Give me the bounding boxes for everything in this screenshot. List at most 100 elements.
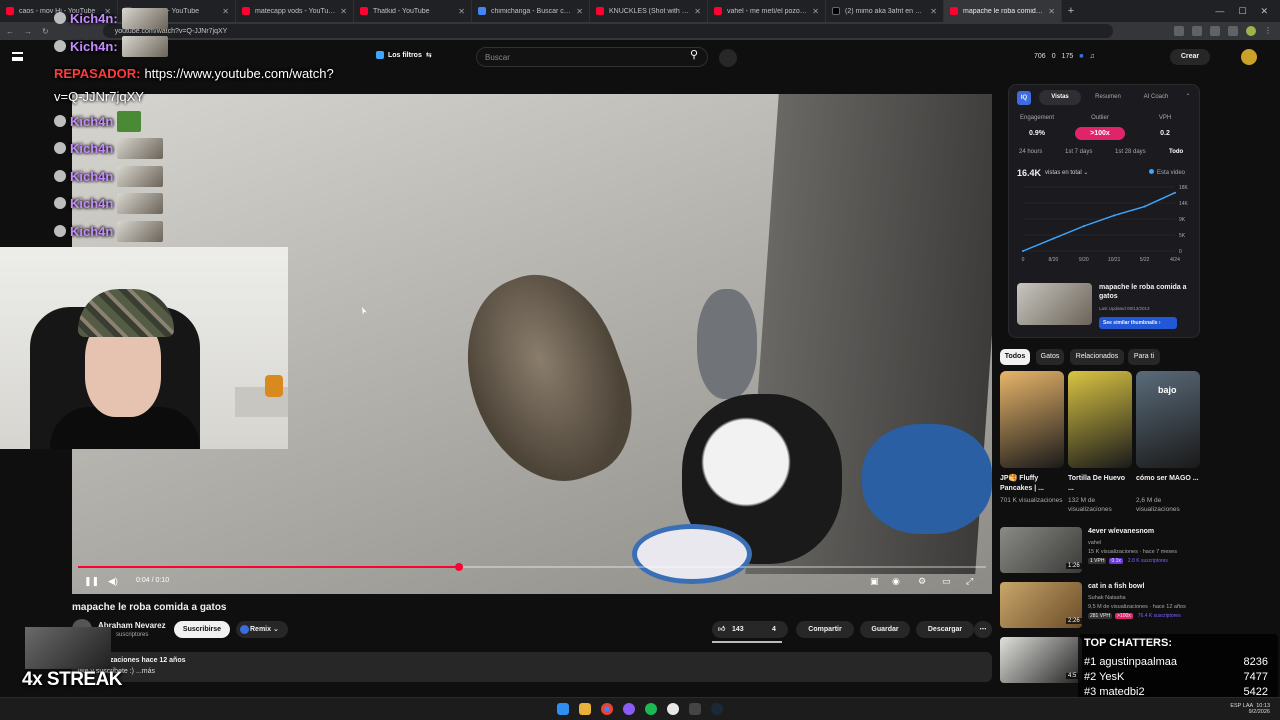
short-title[interactable]: JP🥞 Fluffy Pancakes | ... <box>1000 474 1064 494</box>
vidiq-player-icon[interactable]: ▣ <box>870 576 879 587</box>
chip-todos[interactable]: Todos <box>1000 349 1030 365</box>
subscribe-button[interactable]: Suscribirse <box>174 621 230 638</box>
tab-vistas[interactable]: Vistas <box>1039 90 1081 105</box>
spotify-icon[interactable] <box>645 703 657 715</box>
progress-bar[interactable] <box>78 563 986 571</box>
range-28d[interactable]: 1st 28 days <box>1115 149 1146 155</box>
steam-icon[interactable] <box>711 703 723 715</box>
tab-close-icon[interactable]: ✕ <box>576 7 583 16</box>
extension-icon[interactable] <box>1192 26 1202 36</box>
range-24h[interactable]: 24 hours <box>1019 149 1042 155</box>
chip-para-ti[interactable]: Para ti <box>1128 349 1160 365</box>
settings-gear-icon[interactable]: ⚙ <box>918 576 926 587</box>
epic-games-icon[interactable] <box>689 703 701 715</box>
autoplay-icon[interactable]: ◉ <box>892 576 900 587</box>
total-views-label[interactable]: vistas en total ⌄ <box>1045 169 1088 176</box>
extension-icon[interactable] <box>1228 26 1238 36</box>
tab-close-icon[interactable]: ✕ <box>1048 7 1055 16</box>
short-thumbnail[interactable] <box>1000 371 1064 468</box>
create-button[interactable]: Crear <box>1170 49 1210 65</box>
new-tab-button[interactable]: + <box>1062 5 1080 17</box>
more-menu-icon[interactable]: ⋮ <box>1264 26 1274 36</box>
browser-tab[interactable]: KNUCKLES (Shot with XPERIA) ✕ <box>590 0 708 22</box>
app-icon[interactable] <box>667 703 679 715</box>
browser-tab[interactable]: mapache le roba comida a ✕ <box>944 0 1062 22</box>
views-data-point <box>1143 205 1146 208</box>
share-button[interactable]: Compartir <box>796 621 854 638</box>
search-icon[interactable]: ⚲ <box>682 48 706 66</box>
tab-ai-coach[interactable]: AI Coach <box>1133 90 1179 105</box>
close-icon[interactable]: ✕ <box>1260 6 1268 17</box>
browser-tab[interactable]: chimichanga - Buscar con Google ✕ <box>472 0 590 22</box>
voice-search-button[interactable] <box>719 49 737 67</box>
start-icon[interactable] <box>557 703 569 715</box>
see-similar-button[interactable]: See similar thumbnails › <box>1099 317 1177 329</box>
vidiq-icon[interactable]: ■ <box>1079 53 1083 60</box>
search-input[interactable]: Buscar <box>476 47 708 67</box>
range-all[interactable]: Todo <box>1169 149 1183 155</box>
description-meta: zaciones hace 12 años <box>110 657 186 664</box>
chip-gatos[interactable]: Gatos <box>1036 349 1064 365</box>
volume-icon[interactable]: ◀) <box>108 576 118 587</box>
pause-icon[interactable]: ❚❚ <box>84 576 99 587</box>
short-title[interactable]: cómo ser MAGO ... <box>1136 474 1200 484</box>
tab-resumen[interactable]: Resumen <box>1085 90 1131 105</box>
browser-tab[interactable]: (2) mimo aka 3afrit en X: "L ✕ <box>826 0 944 22</box>
app-icon[interactable] <box>623 703 635 715</box>
notification-icon[interactable]: ♫ <box>1090 53 1095 60</box>
back-icon[interactable]: ← <box>6 27 14 36</box>
description-box[interactable] <box>72 652 992 682</box>
reload-icon[interactable]: ↻ <box>42 27 49 36</box>
vph-value: 0.2 <box>1160 130 1170 137</box>
theater-mode-icon[interactable]: ▭ <box>942 576 951 587</box>
tab-close-icon[interactable]: ✕ <box>458 7 465 16</box>
minimize-icon[interactable]: — <box>1215 6 1224 17</box>
hamburger-menu-icon[interactable] <box>12 52 23 61</box>
file-explorer-icon[interactable] <box>579 703 591 715</box>
browser-tab[interactable]: matecapp vods - YouTube ✕ <box>236 0 354 22</box>
browser-tab[interactable]: vahel - me metí/el pozo (p ✕ <box>708 0 826 22</box>
range-7d[interactable]: 1st 7 days <box>1065 149 1092 155</box>
views-chart: 18K 14K 9K 5K 0 0 8/20 9/20 10/21 5/22 4/24 <box>1022 185 1189 263</box>
tab-close-icon[interactable]: ✕ <box>930 7 937 16</box>
rec-channel[interactable]: vahel <box>1088 540 1101 546</box>
fullscreen-icon[interactable]: ⤢ <box>966 576 973 587</box>
remix-button[interactable]: Remix ⌄ <box>236 621 288 638</box>
save-button[interactable]: Guardar <box>860 621 910 638</box>
collapse-icon[interactable]: ⌃ <box>1181 90 1195 105</box>
profile-icon[interactable] <box>1246 26 1256 36</box>
account-avatar[interactable] <box>1241 49 1257 65</box>
short-thumbnail[interactable] <box>1068 371 1132 468</box>
more-actions-icon[interactable]: ⋯ <box>974 621 992 638</box>
rec-title[interactable]: cat in a fish bowl <box>1088 583 1144 590</box>
chat-message: v=Q-JJNr7jqXY <box>54 84 144 108</box>
download-button[interactable]: Descargar <box>916 621 974 638</box>
tab-close-icon[interactable]: ✕ <box>340 7 347 16</box>
thumbs-up-icon[interactable]: 👍︎ <box>718 621 725 638</box>
like-count[interactable]: 143 <box>732 621 744 638</box>
dislike-count[interactable]: 4 <box>772 621 776 638</box>
tab-close-icon[interactable]: ✕ <box>694 7 701 16</box>
extension-icons: ⋮ <box>1174 26 1274 36</box>
rec-channel[interactable]: Suhak Natasha <box>1088 595 1126 601</box>
system-tray[interactable]: ESP LAA 10:13 9/2/2026 <box>1230 703 1270 715</box>
chrome-icon[interactable] <box>601 703 613 715</box>
tab-close-icon[interactable]: ✕ <box>812 7 819 16</box>
extension-icon[interactable] <box>1210 26 1220 36</box>
stat-value: 175 <box>1061 53 1074 60</box>
maximize-icon[interactable]: ☐ <box>1238 6 1246 17</box>
rec-title[interactable]: 4ever w/evanesnom <box>1088 528 1154 535</box>
extension-icon[interactable] <box>1174 26 1184 36</box>
short-title[interactable]: Tortilla De Huevo ... <box>1068 474 1132 494</box>
chip-relacionados[interactable]: Relacionados <box>1070 349 1124 365</box>
short-thumbnail[interactable]: bajo <box>1136 371 1200 468</box>
x-tick-label: 10/21 <box>1108 257 1121 263</box>
progress-scrubber[interactable] <box>455 563 464 571</box>
forward-icon[interactable]: → <box>24 27 32 36</box>
filters-button[interactable]: Los filtros ⇆ <box>376 51 432 59</box>
chat-emote <box>117 192 164 214</box>
browser-tab[interactable]: Thatkid - YouTube ✕ <box>354 0 472 22</box>
url-input[interactable]: youtube.com/watch?v=Q-JJNr7jqXY <box>102 24 1113 38</box>
card-title: mapache le roba comida a gatos <box>1099 284 1187 300</box>
tab-close-icon[interactable]: ✕ <box>222 7 229 16</box>
